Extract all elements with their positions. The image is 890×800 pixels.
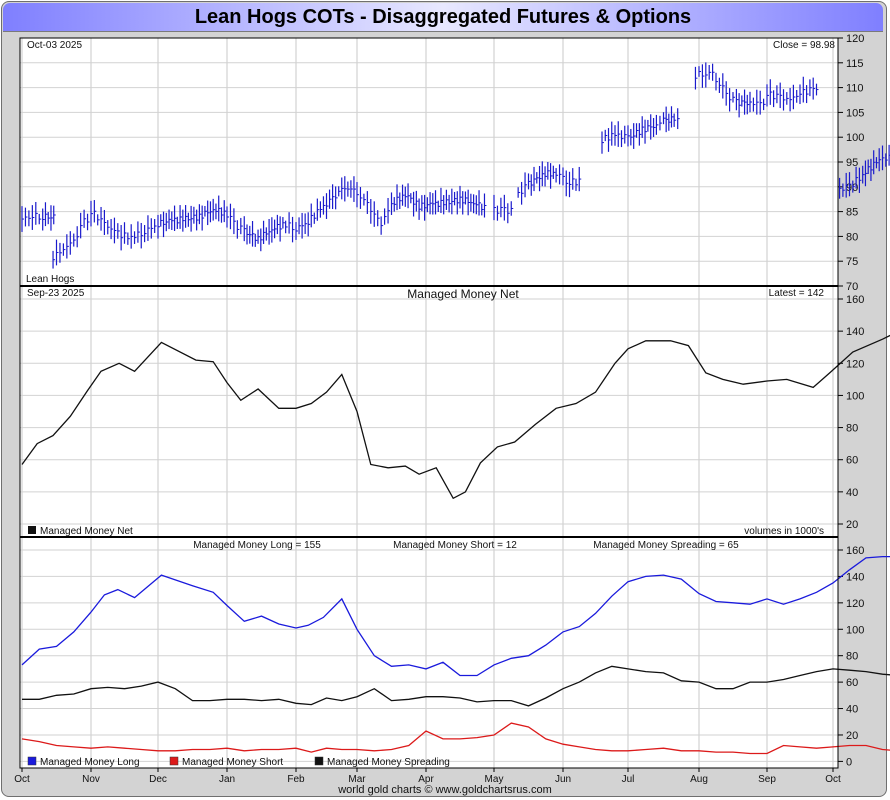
price-y-tick-label: 80 (846, 231, 858, 243)
net-y-tick-label: 40 (846, 487, 858, 499)
price-close-label: Close = 98.98 (773, 40, 835, 51)
footer-credit: world gold charts © www.goldchartsrus.co… (338, 784, 552, 796)
net-y-tick-label: 80 (846, 423, 858, 435)
price-date-label: Oct-03 2025 (27, 40, 82, 51)
price-series-label: Lean Hogs (26, 274, 74, 285)
positions-y-tick-label: 80 (846, 651, 858, 663)
legend-swatch-managed-money-long (27, 756, 37, 766)
price-y-tick-label: 105 (846, 107, 864, 119)
panel-3-background (20, 537, 838, 768)
legend-swatch-managed-money-short (169, 756, 179, 766)
net-y-tick-label: 20 (846, 519, 858, 531)
price-y-tick-label: 85 (846, 207, 858, 219)
legend-swatch-managed-money-net (28, 526, 36, 534)
positions-y-tick-label: 140 (846, 571, 864, 583)
net-y-tick-label: 120 (846, 358, 864, 370)
net-panel-title: Managed Money Net (407, 287, 519, 301)
price-y-tick-label: 120 (846, 33, 864, 45)
legend-label-managed-money-short: Managed Money Short (182, 757, 283, 768)
net-y-tick-label: 160 (846, 294, 864, 306)
cot-charts: 707580859095100105110115120Oct-03 2025 Cl… (14, 33, 890, 785)
positions-header-label-managed-money-short: Managed Money Short = 12 (393, 540, 517, 551)
price-y-tick-label: 115 (846, 58, 864, 70)
price-y-tick-label: 100 (846, 132, 864, 144)
net-y-tick-label: 140 (846, 326, 864, 338)
positions-y-tick-label: 100 (846, 624, 864, 636)
positions-y-tick-label: 0 (846, 756, 852, 768)
legend-swatch-managed-money-spreading (314, 756, 324, 766)
net-units-label: volumes in 1000's (744, 526, 824, 537)
price-y-tick-label: 75 (846, 256, 858, 268)
legend-label-managed-money-long: Managed Money Long (40, 757, 140, 768)
positions-y-tick-label: 40 (846, 704, 858, 716)
positions-y-tick-label: 120 (846, 598, 864, 610)
positions-y-tick-label: 60 (846, 677, 858, 689)
legend-label-managed-money-spreading: Managed Money Spreading (327, 757, 450, 768)
net-date-label: Sep-23 2025 (27, 288, 85, 299)
net-y-tick-label: 100 (846, 390, 864, 402)
net-latest-label: Latest = 142 (769, 288, 825, 299)
positions-y-tick-label: 20 (846, 730, 858, 742)
net-y-tick-label: 60 (846, 455, 858, 467)
positions-header-label-managed-money-spreading: Managed Money Spreading = 65 (593, 540, 739, 551)
price-y-tick-label: 110 (846, 83, 864, 95)
positions-header-label-managed-money-long: Managed Money Long = 155 (193, 540, 321, 551)
positions-y-tick-label: 160 (846, 545, 864, 557)
panel-2-background (20, 286, 838, 537)
legend-label-managed-money-net: Managed Money Net (40, 526, 133, 537)
price-y-tick-label: 70 (846, 281, 858, 293)
